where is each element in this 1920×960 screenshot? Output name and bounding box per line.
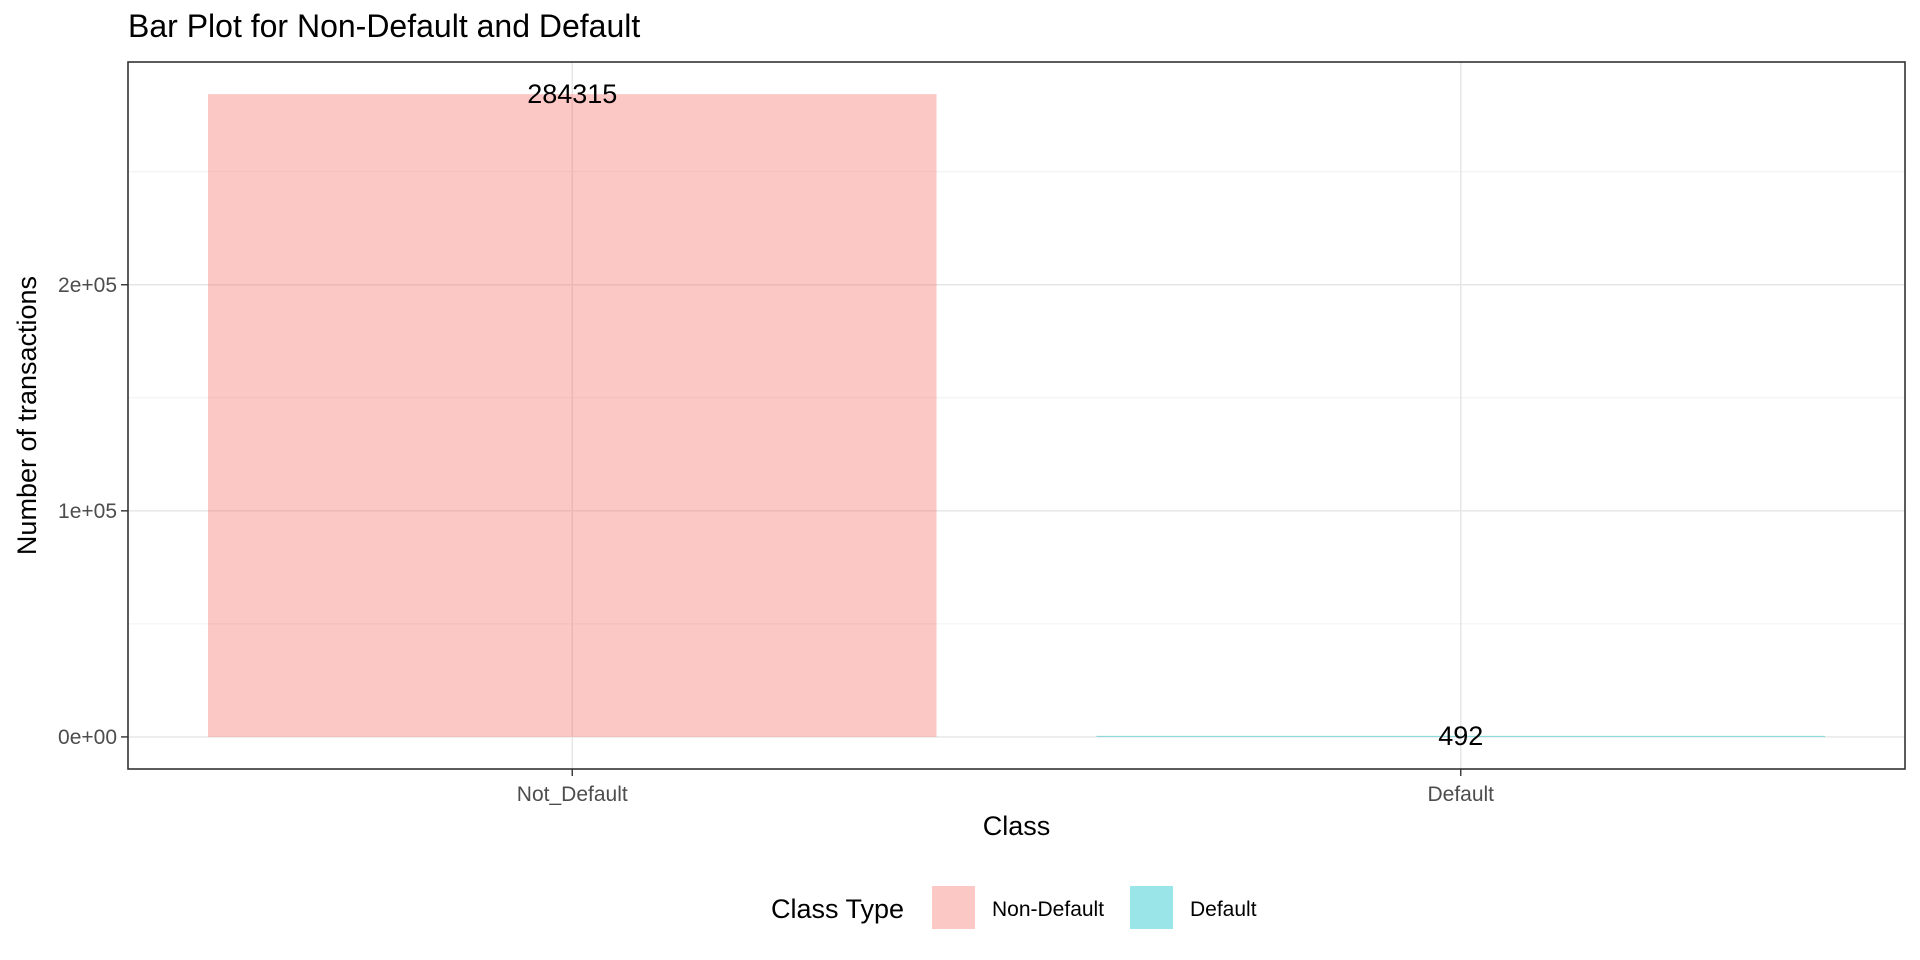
y-tick-label: 0e+00	[58, 726, 117, 749]
legend-entry: Default	[1190, 898, 1257, 921]
legend-key	[932, 886, 975, 929]
legend-key	[1130, 886, 1173, 929]
bar-chart: 0e+00 1e+05 2e+05 Not_Default Default 28431…	[12, 61, 1906, 929]
bar-not-default	[207, 94, 937, 737]
y-axis-title: Number of transactions	[12, 276, 42, 555]
legend-entry: Non-Default	[992, 898, 1104, 921]
bars	[207, 94, 1826, 738]
x-axis: Not_Default Default	[517, 769, 1494, 806]
data-label: 284315	[527, 79, 617, 109]
legend-title: Class Type	[771, 894, 904, 924]
y-tick-label: 1e+05	[58, 500, 117, 523]
y-axis: 0e+00 1e+05 2e+05	[58, 274, 128, 749]
data-label: 492	[1438, 721, 1483, 751]
x-tick-label: Not_Default	[517, 783, 628, 806]
x-tick-label: Default	[1427, 783, 1494, 806]
legend: Class Type Non-Default Default	[771, 886, 1257, 929]
x-axis-title: Class	[983, 811, 1051, 841]
y-tick-label: 2e+05	[58, 274, 117, 297]
